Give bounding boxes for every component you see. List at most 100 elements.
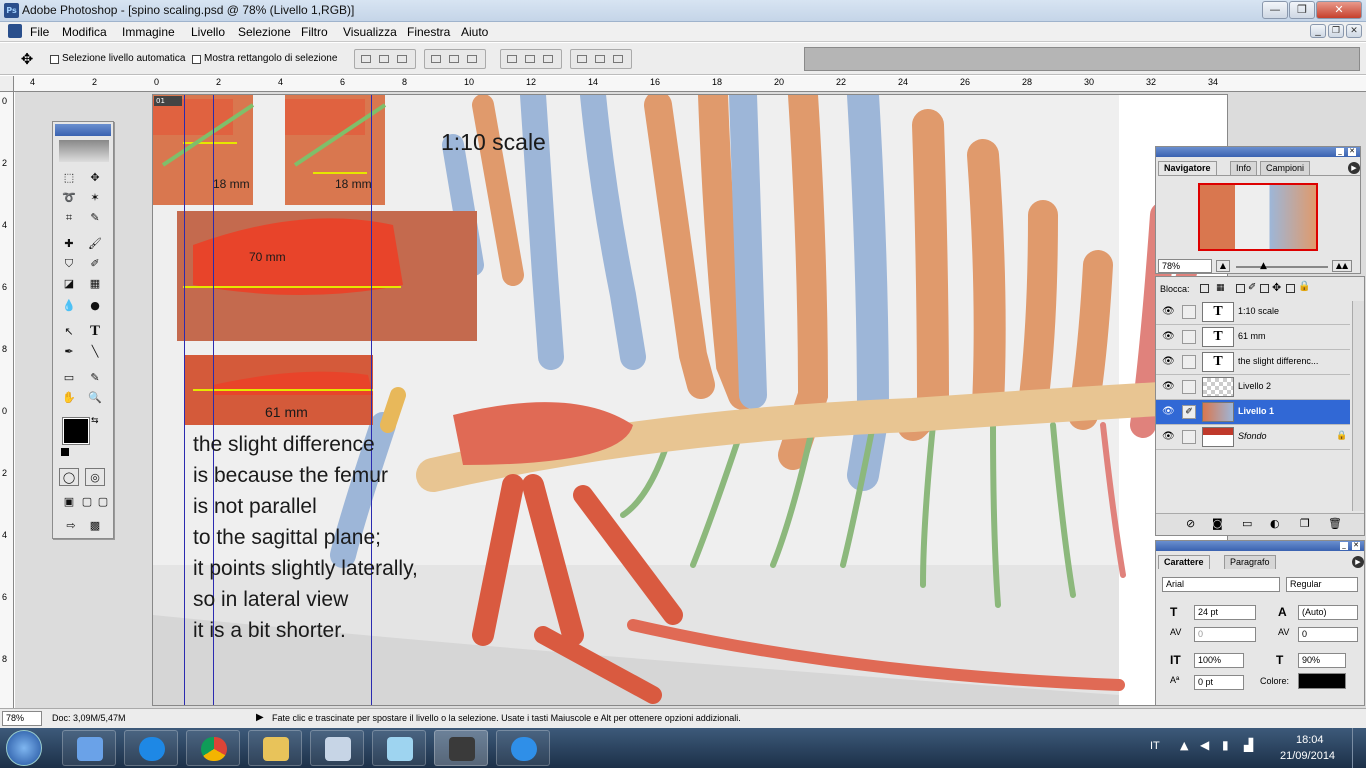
status-zoom-field[interactable]: 78% xyxy=(2,711,42,726)
font-size-field[interactable]: 24 pt xyxy=(1194,605,1256,620)
eraser-tool-icon[interactable]: ◪ xyxy=(59,274,79,292)
distribute-top-buttons[interactable] xyxy=(500,49,562,69)
pen-tool-icon[interactable]: ✒ xyxy=(59,342,79,360)
zoom-slider-thumb[interactable]: ▲ xyxy=(1260,261,1267,271)
clone-stamp-icon[interactable]: ⛉ xyxy=(59,254,79,272)
taskbar-photoshop[interactable] xyxy=(434,730,488,766)
visibility-eye-icon[interactable]: 👁 xyxy=(1162,382,1175,392)
line-tool-icon[interactable]: ╲ xyxy=(85,342,105,360)
link-box[interactable] xyxy=(1182,430,1196,444)
layer-row-selected[interactable]: 👁 ✐ Livello 1 xyxy=(1156,400,1350,425)
lock-transparency-checkbox[interactable] xyxy=(1200,284,1209,293)
vertical-scale-field[interactable]: 100% xyxy=(1194,653,1244,668)
document-canvas[interactable]: 01 1:10 scale 18 mm 18 mm 70 mm 61 mm th… xyxy=(152,94,1228,706)
start-button[interactable] xyxy=(6,730,42,766)
doc-minimize-button[interactable]: _ xyxy=(1310,24,1326,38)
panel-menu-icon[interactable]: ▶ xyxy=(1352,556,1364,568)
imageready-icon[interactable]: ▩ xyxy=(85,516,105,534)
panel-title-bar[interactable] xyxy=(1156,147,1360,157)
status-menu-icon[interactable]: ▶ xyxy=(256,712,264,723)
measure-label-61mm[interactable]: 61 mm xyxy=(265,404,308,420)
standard-mode-icon[interactable]: ◯ xyxy=(59,468,79,486)
layer-row[interactable]: 👁 T the slight differenc... xyxy=(1156,350,1350,375)
kerning-field[interactable]: 0 xyxy=(1194,627,1256,642)
layer-row[interactable]: 👁 Livello 2 xyxy=(1156,375,1350,400)
brush-tool-icon[interactable]: 🖌 xyxy=(85,234,105,252)
new-group-icon[interactable]: ▭ xyxy=(1242,517,1252,530)
taskbar-app[interactable] xyxy=(62,730,116,766)
layer-mask-icon[interactable]: ◙ xyxy=(1212,517,1223,530)
lock-image-checkbox[interactable] xyxy=(1236,284,1245,293)
lock-position-checkbox[interactable] xyxy=(1260,284,1269,293)
baseline-shift-field[interactable]: 0 pt xyxy=(1194,675,1244,690)
visibility-eye-icon[interactable]: 👁 xyxy=(1162,407,1175,417)
menu-livello[interactable]: Livello xyxy=(191,25,225,39)
ruler-origin[interactable] xyxy=(0,76,14,92)
path-selection-icon[interactable]: ↖ xyxy=(59,322,79,340)
zoom-tool-icon[interactable]: 🔍 xyxy=(85,388,105,406)
horizontal-ruler[interactable]: 4 2 0 2 4 6 8 10 12 14 16 18 20 22 24 26 28 30 32 34 xyxy=(14,76,1366,92)
measure-label-18mm[interactable]: 18 mm xyxy=(335,177,372,191)
move-tool-icon[interactable]: ✥ xyxy=(16,49,38,69)
tab-paragrafo[interactable]: Paragrafo xyxy=(1224,555,1276,569)
taskbar-internet-explorer[interactable] xyxy=(124,730,178,766)
toolbox-title-bar[interactable] xyxy=(55,124,111,136)
jump-to-imageready-icon[interactable]: ⇨ xyxy=(59,516,83,534)
link-box[interactable] xyxy=(1182,355,1196,369)
show-desktop-button[interactable] xyxy=(1352,728,1366,768)
navigator-zoom-field[interactable]: 78% xyxy=(1158,259,1212,273)
taskbar-explorer[interactable] xyxy=(248,730,302,766)
panel-minimize-icon[interactable]: _ xyxy=(1340,542,1348,550)
taskbar-app[interactable] xyxy=(310,730,364,766)
visibility-eye-icon[interactable]: 👁 xyxy=(1162,357,1175,367)
menu-visualizza[interactable]: Visualizza xyxy=(343,25,397,39)
swap-colors-icon[interactable]: ⇆ xyxy=(91,416,99,426)
tab-campioni[interactable]: Campioni xyxy=(1260,161,1311,175)
zoom-in-icon[interactable]: ▲▲ xyxy=(1332,260,1352,272)
zoom-slider[interactable] xyxy=(1236,266,1328,268)
healing-brush-icon[interactable]: ✚ xyxy=(59,234,79,252)
doc-restore-button[interactable]: ❐ xyxy=(1328,24,1344,38)
taskbar-app[interactable] xyxy=(372,730,426,766)
taskbar-app[interactable] xyxy=(496,730,550,766)
font-family-select[interactable]: Arial xyxy=(1162,577,1280,592)
foreground-color-swatch[interactable] xyxy=(62,417,90,445)
crop-tool-icon[interactable]: ⌗ xyxy=(59,208,79,226)
link-box[interactable] xyxy=(1182,330,1196,344)
tab-info[interactable]: Info xyxy=(1230,161,1258,175)
screen-mode-standard-icon[interactable]: ▣ xyxy=(59,492,79,510)
lock-all-checkbox[interactable] xyxy=(1286,284,1295,293)
menu-finestra[interactable]: Finestra xyxy=(407,25,450,39)
maximize-button[interactable]: ❐ xyxy=(1289,1,1315,19)
dodge-tool-icon[interactable]: ● xyxy=(85,296,105,314)
document-icon[interactable] xyxy=(8,24,22,38)
gradient-tool-icon[interactable]: ▦ xyxy=(85,274,105,292)
layer-row[interactable]: 👁 T 1:10 scale xyxy=(1156,300,1350,325)
measure-label-18mm[interactable]: 18 mm xyxy=(213,177,250,191)
menu-immagine[interactable]: Immagine xyxy=(122,25,175,39)
font-style-select[interactable]: Regular xyxy=(1286,577,1358,592)
default-colors-icon[interactable] xyxy=(61,448,69,456)
guide-line[interactable] xyxy=(184,95,185,705)
text-color-swatch[interactable] xyxy=(1298,673,1346,689)
scale-label[interactable]: 1:10 scale xyxy=(441,129,546,156)
network-icon[interactable]: ▟ xyxy=(1244,738,1253,752)
link-box[interactable] xyxy=(1182,305,1196,319)
type-tool-icon[interactable]: T xyxy=(85,322,105,340)
magic-wand-icon[interactable]: ✶ xyxy=(85,188,105,206)
blur-tool-icon[interactable]: 💧 xyxy=(59,296,79,314)
measure-label-70mm[interactable]: 70 mm xyxy=(249,250,286,264)
history-brush-icon[interactable]: ✐ xyxy=(85,254,105,272)
visibility-eye-icon[interactable]: 👁 xyxy=(1162,332,1175,342)
volume-icon[interactable]: ◀ xyxy=(1200,738,1209,752)
eyedropper-tool-icon[interactable]: ✎ xyxy=(85,368,105,386)
lasso-tool-icon[interactable]: ➰ xyxy=(59,188,79,206)
auto-select-checkbox[interactable] xyxy=(50,55,59,64)
new-layer-icon[interactable]: ❐ xyxy=(1300,517,1310,530)
layer-row[interactable]: 👁 Sfondo 🔒 xyxy=(1156,425,1350,450)
navigator-preview[interactable] xyxy=(1198,183,1318,251)
quick-mask-icon[interactable]: ◎ xyxy=(85,468,105,486)
clock-date[interactable]: 21/09/2014 xyxy=(1280,750,1335,762)
panel-minimize-icon[interactable]: _ xyxy=(1336,148,1344,156)
menu-modifica[interactable]: Modifica xyxy=(62,25,107,39)
